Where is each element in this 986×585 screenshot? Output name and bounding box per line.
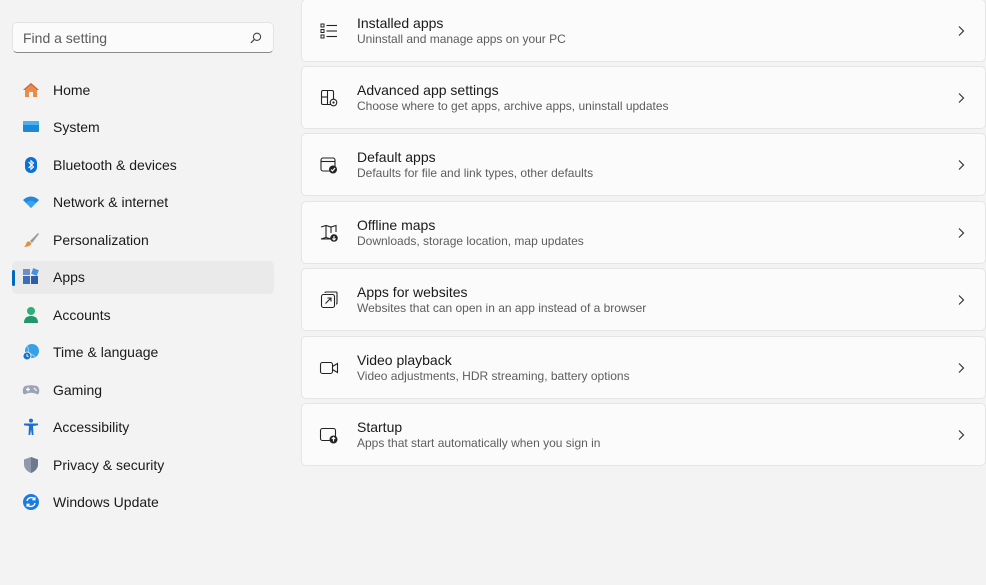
apps-icon <box>22 268 40 286</box>
sidebar-item-network[interactable]: Network & internet <box>12 186 274 219</box>
sidebar-item-home[interactable]: Home <box>12 73 274 106</box>
search-box[interactable] <box>12 22 274 53</box>
card-subtitle: Downloads, storage location, map updates <box>357 233 584 248</box>
map-icon <box>319 223 339 243</box>
card-title: Default apps <box>357 148 436 165</box>
sidebar: Home System Bluetooth & devices Network … <box>0 0 290 585</box>
sidebar-item-label: System <box>53 119 100 135</box>
sidebar-item-time-language[interactable]: Time & language <box>12 336 274 369</box>
paintbrush-icon <box>22 231 40 249</box>
card-subtitle: Websites that can open in an app instead… <box>357 300 647 315</box>
sidebar-item-personalization[interactable]: Personalization <box>12 223 274 256</box>
main-content: Installed apps Uninstall and manage apps… <box>301 0 986 585</box>
card-title: Startup <box>357 418 403 435</box>
card-subtitle: Apps that start automatically when you s… <box>357 435 601 450</box>
card-title: Video playback <box>357 351 452 368</box>
sidebar-item-label: Personalization <box>53 231 149 248</box>
accessibility-icon <box>22 418 40 436</box>
card-title: Apps for websites <box>357 283 468 300</box>
default-apps-icon <box>319 155 339 175</box>
sidebar-item-label: Accounts <box>53 306 111 323</box>
wifi-icon <box>22 193 40 211</box>
card-default-apps[interactable]: Default apps Defaults for file and link … <box>301 133 986 196</box>
chevron-right-icon <box>958 227 965 238</box>
card-apps-for-websites[interactable]: Apps for websites Websites that can open… <box>301 268 986 331</box>
card-title: Offline maps <box>357 216 436 233</box>
sidebar-item-system[interactable]: System <box>12 111 274 144</box>
card-advanced-app-settings[interactable]: Advanced app settings Choose where to ge… <box>301 66 986 129</box>
sidebar-item-label: Privacy & security <box>53 456 165 473</box>
search-icon[interactable] <box>249 31 263 45</box>
chevron-right-icon <box>958 92 965 103</box>
chevron-right-icon <box>958 294 965 305</box>
card-subtitle: Uninstall and manage apps on your PC <box>357 31 566 46</box>
sidebar-item-accounts[interactable]: Accounts <box>12 298 274 331</box>
sidebar-item-label: Network & internet <box>53 194 169 210</box>
open-in-app-icon <box>319 290 339 310</box>
gamepad-icon <box>22 381 40 399</box>
chevron-right-icon <box>958 159 965 170</box>
update-icon <box>22 493 40 511</box>
list-icon <box>319 21 339 41</box>
chevron-right-icon <box>958 362 965 373</box>
sidebar-item-windows-update[interactable]: Windows Update <box>12 486 274 519</box>
sidebar-nav: Home System Bluetooth & devices Network … <box>12 73 274 523</box>
chevron-right-icon <box>958 25 965 36</box>
sidebar-item-gaming[interactable]: Gaming <box>12 373 274 406</box>
sidebar-item-privacy-security[interactable]: Privacy & security <box>12 448 274 481</box>
card-offline-maps[interactable]: Offline maps Downloads, storage location… <box>301 201 986 264</box>
sidebar-item-label: Gaming <box>53 381 103 398</box>
person-icon <box>22 306 40 324</box>
bluetooth-icon <box>22 156 40 174</box>
startup-icon <box>319 425 339 445</box>
sidebar-item-label: Apps <box>53 269 85 285</box>
shield-icon <box>22 456 40 474</box>
monitor-icon <box>22 118 40 136</box>
search-input[interactable] <box>23 29 249 46</box>
card-installed-apps[interactable]: Installed apps Uninstall and manage apps… <box>301 0 986 62</box>
sidebar-item-label: Bluetooth & devices <box>53 156 177 173</box>
sidebar-item-label: Home <box>53 81 91 98</box>
card-subtitle: Video adjustments, HDR streaming, batter… <box>357 368 630 383</box>
video-icon <box>319 358 339 378</box>
sidebar-item-bluetooth[interactable]: Bluetooth & devices <box>12 148 274 181</box>
home-icon <box>22 81 40 99</box>
card-title: Installed apps <box>357 14 444 31</box>
settings-window: Home System Bluetooth & devices Network … <box>0 0 986 585</box>
globe-clock-icon <box>22 343 40 361</box>
sidebar-item-label: Time & language <box>53 344 159 360</box>
chevron-right-icon <box>958 429 965 440</box>
card-video-playback[interactable]: Video playback Video adjustments, HDR st… <box>301 336 986 399</box>
card-startup[interactable]: Startup Apps that start automatically wh… <box>301 403 986 466</box>
card-title: Advanced app settings <box>357 81 499 98</box>
sidebar-item-label: Windows Update <box>53 494 159 510</box>
sidebar-item-label: Accessibility <box>53 419 130 435</box>
card-subtitle: Choose where to get apps, archive apps, … <box>357 98 669 113</box>
sidebar-item-accessibility[interactable]: Accessibility <box>12 411 274 444</box>
card-subtitle: Defaults for file and link types, other … <box>357 165 594 180</box>
app-settings-icon <box>319 88 339 108</box>
sidebar-item-apps[interactable]: Apps <box>12 260 274 294</box>
